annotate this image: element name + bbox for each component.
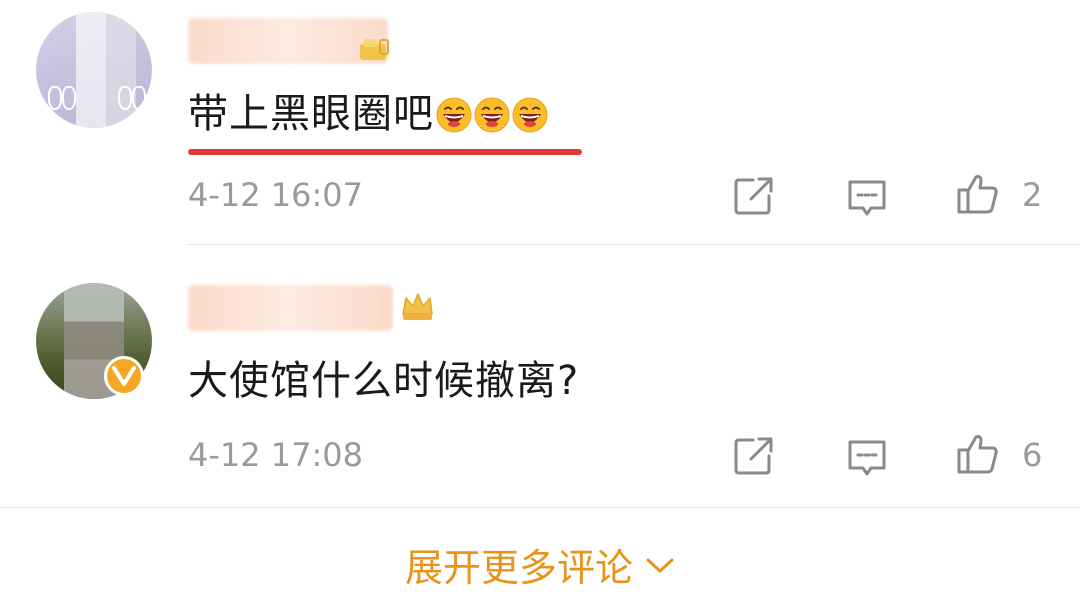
comment-timestamp: 4-12 16:07 (188, 176, 364, 214)
grinning-face-emoji (512, 97, 548, 133)
bunny-sticker (62, 86, 76, 110)
grinning-face-emoji (436, 97, 472, 133)
red-underline-annotation (188, 149, 582, 155)
bunny-sticker (118, 86, 132, 110)
thumbs-up-icon[interactable] (956, 432, 1000, 476)
comment-icon[interactable] (845, 436, 889, 480)
bunny-sticker (132, 86, 146, 110)
share-icon[interactable] (731, 434, 775, 478)
comment-text: 带上黑眼圈吧 (188, 90, 548, 138)
comment-icon[interactable] (845, 176, 889, 220)
expand-more-comments-label: 展开更多评论 (404, 546, 633, 590)
fan-badge-icon (360, 39, 389, 60)
avatar-mosaic (76, 12, 136, 128)
comment-timestamp: 4-12 17:08 (188, 436, 364, 474)
like-count: 6 (1022, 436, 1043, 474)
verified-v-icon (104, 356, 144, 396)
share-icon[interactable] (731, 174, 775, 218)
comment-text: 大使馆什么时候撤离? (188, 358, 580, 404)
expand-more-comments-button[interactable]: 展开更多评论 (0, 540, 1080, 596)
comment-list: 带上黑眼圈吧 4-12 16:07 2 大使馆什么时候撤离? 4-12 17:0… (0, 0, 1080, 613)
comment-divider (186, 244, 1080, 245)
avatar[interactable] (36, 12, 152, 128)
like-count: 2 (1022, 176, 1043, 214)
bunny-sticker (48, 86, 62, 110)
section-divider (0, 507, 1080, 508)
grinning-face-emoji (474, 97, 510, 133)
crown-badge-icon (402, 293, 433, 320)
thumbs-up-icon[interactable] (956, 172, 1000, 216)
username-obscured[interactable] (188, 285, 393, 331)
comment-text-content: 带上黑眼圈吧 (188, 91, 434, 137)
chevron-down-icon (646, 558, 674, 573)
